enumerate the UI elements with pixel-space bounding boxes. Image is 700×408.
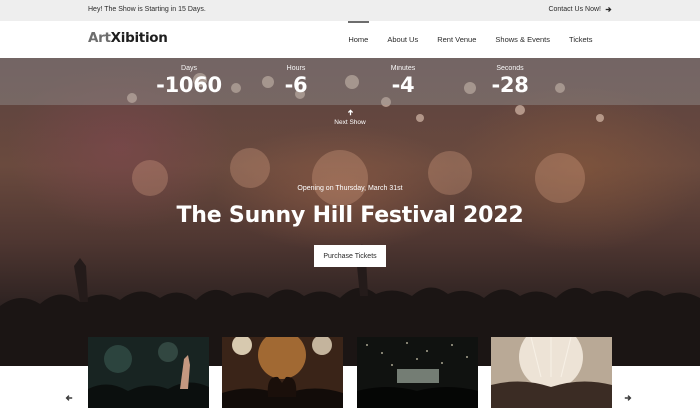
next-show-label: Next Show: [334, 119, 366, 126]
contact-us-link[interactable]: Contact Us Now!: [548, 6, 612, 13]
countdown-hours: Hours -6: [251, 65, 341, 97]
nav-item-shows-events[interactable]: Shows & Events: [486, 21, 560, 58]
nav-item-rent-venue[interactable]: Rent Venue: [428, 21, 486, 58]
gallery-image-concert-crowd[interactable]: [491, 337, 612, 408]
nav-item-home[interactable]: Home: [339, 21, 378, 58]
site-header: ArtXibition Home About Us Rent Venue Sho…: [0, 21, 700, 58]
gallery-image-confetti-stage[interactable]: [357, 337, 478, 408]
nav-item-tickets[interactable]: Tickets: [560, 21, 602, 58]
main-nav: Home About Us Rent Venue Shows & Events …: [339, 21, 602, 58]
countdown-hours-value: -6: [284, 73, 308, 97]
countdown-seconds-label: Seconds: [496, 65, 524, 72]
announcement-text: Hey! The Show is Starting in 15 Days.: [88, 6, 206, 13]
purchase-tickets-button[interactable]: Purchase Tickets: [314, 245, 386, 267]
countdown-minutes: Minutes -4: [358, 65, 448, 97]
arrow-right-icon: [605, 6, 612, 13]
hero-banner: Days -1060 Hours -6 Minutes -4 Seconds -…: [0, 58, 700, 366]
gallery-image-crowd-hands[interactable]: [88, 337, 209, 408]
top-announcement-bar: Hey! The Show is Starting in 15 Days. Co…: [0, 0, 700, 21]
countdown-minutes-value: -4: [391, 73, 415, 97]
logo-part-art: Art: [88, 30, 111, 46]
opening-date: Opening on Thursday, March 31st: [297, 185, 403, 192]
countdown-seconds: Seconds -28: [465, 65, 555, 97]
site-logo[interactable]: ArtXibition: [88, 30, 168, 46]
festival-title: The Sunny Hill Festival 2022: [176, 203, 524, 228]
arrow-right-icon[interactable]: [624, 389, 632, 407]
countdown-minutes-label: Minutes: [390, 65, 416, 72]
contact-us-label: Contact Us Now!: [548, 6, 601, 13]
countdown-days-label: Days: [181, 65, 197, 72]
countdown-days: Days -1060: [144, 65, 234, 97]
logo-part-xibition: Xibition: [110, 30, 168, 46]
countdown-hours-label: Hours: [286, 65, 306, 72]
countdown-days-value: -1060: [156, 73, 222, 97]
countdown-seconds-value: -28: [491, 73, 529, 97]
arrow-left-icon[interactable]: [65, 389, 73, 407]
gallery-image-heart-hands[interactable]: [222, 337, 343, 408]
arrow-up-icon: [315, 109, 385, 116]
countdown-timer: Days -1060 Hours -6 Minutes -4 Seconds -…: [0, 58, 700, 105]
next-show-link[interactable]: Next Show: [315, 109, 385, 126]
nav-item-about-us[interactable]: About Us: [378, 21, 428, 58]
